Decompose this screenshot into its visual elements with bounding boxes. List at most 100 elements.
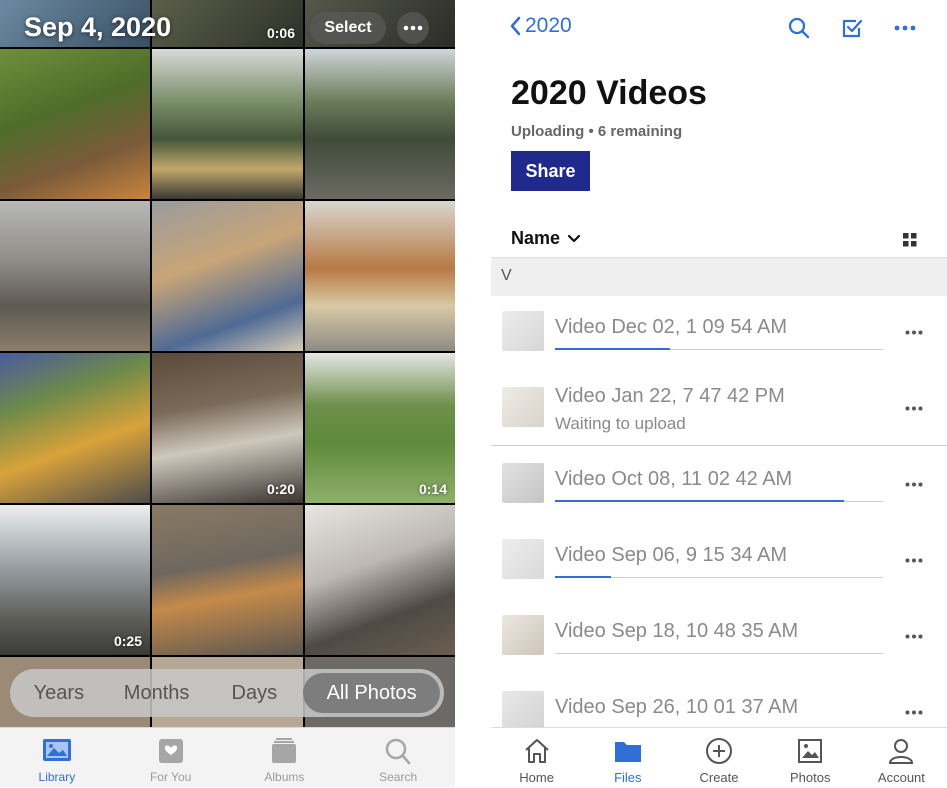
tab-label: For You (149, 770, 192, 784)
back-button[interactable]: 2020 (509, 14, 572, 38)
file-row[interactable]: Video Dec 02, 1 09 54 AM (491, 295, 947, 371)
file-name: Video Sep 18, 10 48 35 AM (555, 620, 799, 642)
person-icon (889, 739, 914, 764)
tab-label: Account (877, 770, 925, 785)
home-icon (524, 739, 549, 763)
photo-tile[interactable] (0, 201, 150, 351)
row-divider (491, 445, 947, 446)
chevron-down-icon (567, 234, 581, 242)
upload-progress-bar (555, 500, 844, 502)
file-row[interactable]: Video Jan 22, 7 47 42 PM Waiting to uplo… (491, 371, 947, 447)
file-thumbnail (502, 311, 544, 351)
photo-tile[interactable] (305, 49, 455, 199)
file-thumbnail (502, 463, 544, 503)
row-divider (555, 653, 883, 654)
file-thumbnail (502, 615, 544, 655)
tab-search[interactable]: Search (341, 728, 455, 787)
dropbox-app: 2020 2020 Videos Uploading • 6 remaining… (491, 0, 947, 788)
for-you-icon (158, 739, 183, 763)
photo-tile[interactable]: 0:06 (152, 0, 303, 47)
segment-all-photos[interactable]: All Photos (303, 673, 441, 713)
segment-months[interactable]: Months (108, 673, 206, 713)
tab-account[interactable]: Account (856, 728, 947, 788)
tab-library[interactable]: Library (0, 728, 114, 787)
back-label: 2020 (525, 14, 572, 37)
file-name: Video Sep 06, 9 15 34 AM (555, 544, 788, 566)
file-thumbnail (502, 387, 544, 427)
photo-tile[interactable] (152, 49, 303, 199)
file-name: Video Jan 22, 7 47 42 PM (555, 385, 785, 407)
library-icon (42, 739, 71, 761)
ellipsis-icon[interactable] (905, 330, 923, 335)
photo-tile[interactable] (152, 505, 303, 655)
file-row[interactable]: Video Oct 08, 11 02 42 AM (491, 447, 947, 523)
tab-for-you[interactable]: For You (114, 728, 228, 787)
file-name: Video Dec 02, 1 09 54 AM (555, 316, 788, 338)
photos-tab-bar: Library For You Albums Search (0, 727, 455, 787)
search-icon (788, 17, 810, 39)
dropbox-tab-bar: Home Files Create Photos Account (491, 727, 947, 788)
tab-label: Photos (789, 770, 831, 785)
share-button[interactable]: Share (511, 151, 590, 191)
file-row[interactable]: Video Sep 06, 9 15 34 AM (491, 523, 947, 599)
video-duration: 0:06 (266, 25, 295, 41)
segment-days[interactable]: Days (205, 673, 303, 713)
file-row[interactable]: Video Sep 18, 10 48 35 AM (491, 599, 947, 675)
ellipsis-icon (894, 25, 916, 31)
grid-view-toggle[interactable] (903, 233, 917, 252)
more-options-button[interactable] (891, 14, 919, 42)
tab-label: Files (614, 770, 642, 785)
tab-photos[interactable]: Photos (765, 728, 856, 788)
library-view-segmented-control: Years Months Days All Photos (10, 669, 444, 717)
photo-icon (798, 739, 823, 763)
ellipsis-icon[interactable] (905, 634, 923, 639)
photo-tile[interactable] (305, 201, 455, 351)
file-status: Waiting to upload (555, 414, 686, 433)
upload-progress-bar (555, 348, 670, 350)
more-options-button[interactable] (397, 12, 429, 44)
upload-status: Uploading • 6 remaining (511, 123, 683, 140)
photo-tile[interactable] (0, 49, 150, 199)
file-thumbnail (502, 539, 544, 579)
photo-tile[interactable]: 0:25 (0, 505, 150, 655)
photo-tile[interactable] (305, 505, 455, 655)
grid-icon (903, 233, 917, 247)
photo-tile[interactable]: 0:14 (305, 353, 455, 503)
sort-label: Name (511, 228, 561, 248)
video-duration: 0:25 (113, 633, 142, 649)
tab-label: Library (38, 770, 76, 784)
search-icon (385, 738, 411, 765)
file-name: Video Oct 08, 11 02 42 AM (555, 468, 793, 490)
folder-icon (614, 742, 641, 762)
tab-label: Home (519, 770, 554, 785)
section-header: V (491, 257, 947, 296)
file-name: Video Sep 26, 10 01 37 AM (555, 696, 799, 718)
photo-tile[interactable] (152, 201, 303, 351)
tab-albums[interactable]: Albums (228, 728, 342, 787)
video-duration: 0:14 (418, 481, 447, 497)
albums-icon (272, 738, 297, 763)
photo-tile[interactable]: 0:20 (152, 353, 303, 503)
tab-label: Create (699, 770, 739, 785)
ellipsis-icon (403, 25, 423, 31)
chevron-left-icon (510, 16, 521, 36)
folder-title: 2020 Videos (511, 74, 707, 112)
photos-app: 0:06 0:20 0:14 0:25 Sep 4, 2020 Select Y… (0, 0, 455, 787)
tab-files[interactable]: Files (582, 728, 673, 788)
sort-selector[interactable]: Name (511, 228, 581, 249)
ellipsis-icon[interactable] (905, 710, 923, 715)
photo-tile[interactable] (0, 353, 150, 503)
tab-create[interactable]: Create (673, 728, 764, 788)
video-duration: 0:20 (266, 481, 295, 497)
ellipsis-icon[interactable] (905, 558, 923, 563)
ellipsis-icon[interactable] (905, 406, 923, 411)
plus-circle-icon (706, 738, 732, 764)
segment-years[interactable]: Years (10, 673, 108, 713)
select-button[interactable]: Select (310, 12, 386, 44)
ellipsis-icon[interactable] (905, 482, 923, 487)
search-button[interactable] (785, 14, 813, 42)
tab-home[interactable]: Home (491, 728, 582, 788)
upload-progress-bar (555, 576, 611, 578)
tab-label: Albums (264, 770, 305, 784)
select-files-button[interactable] (838, 14, 866, 42)
